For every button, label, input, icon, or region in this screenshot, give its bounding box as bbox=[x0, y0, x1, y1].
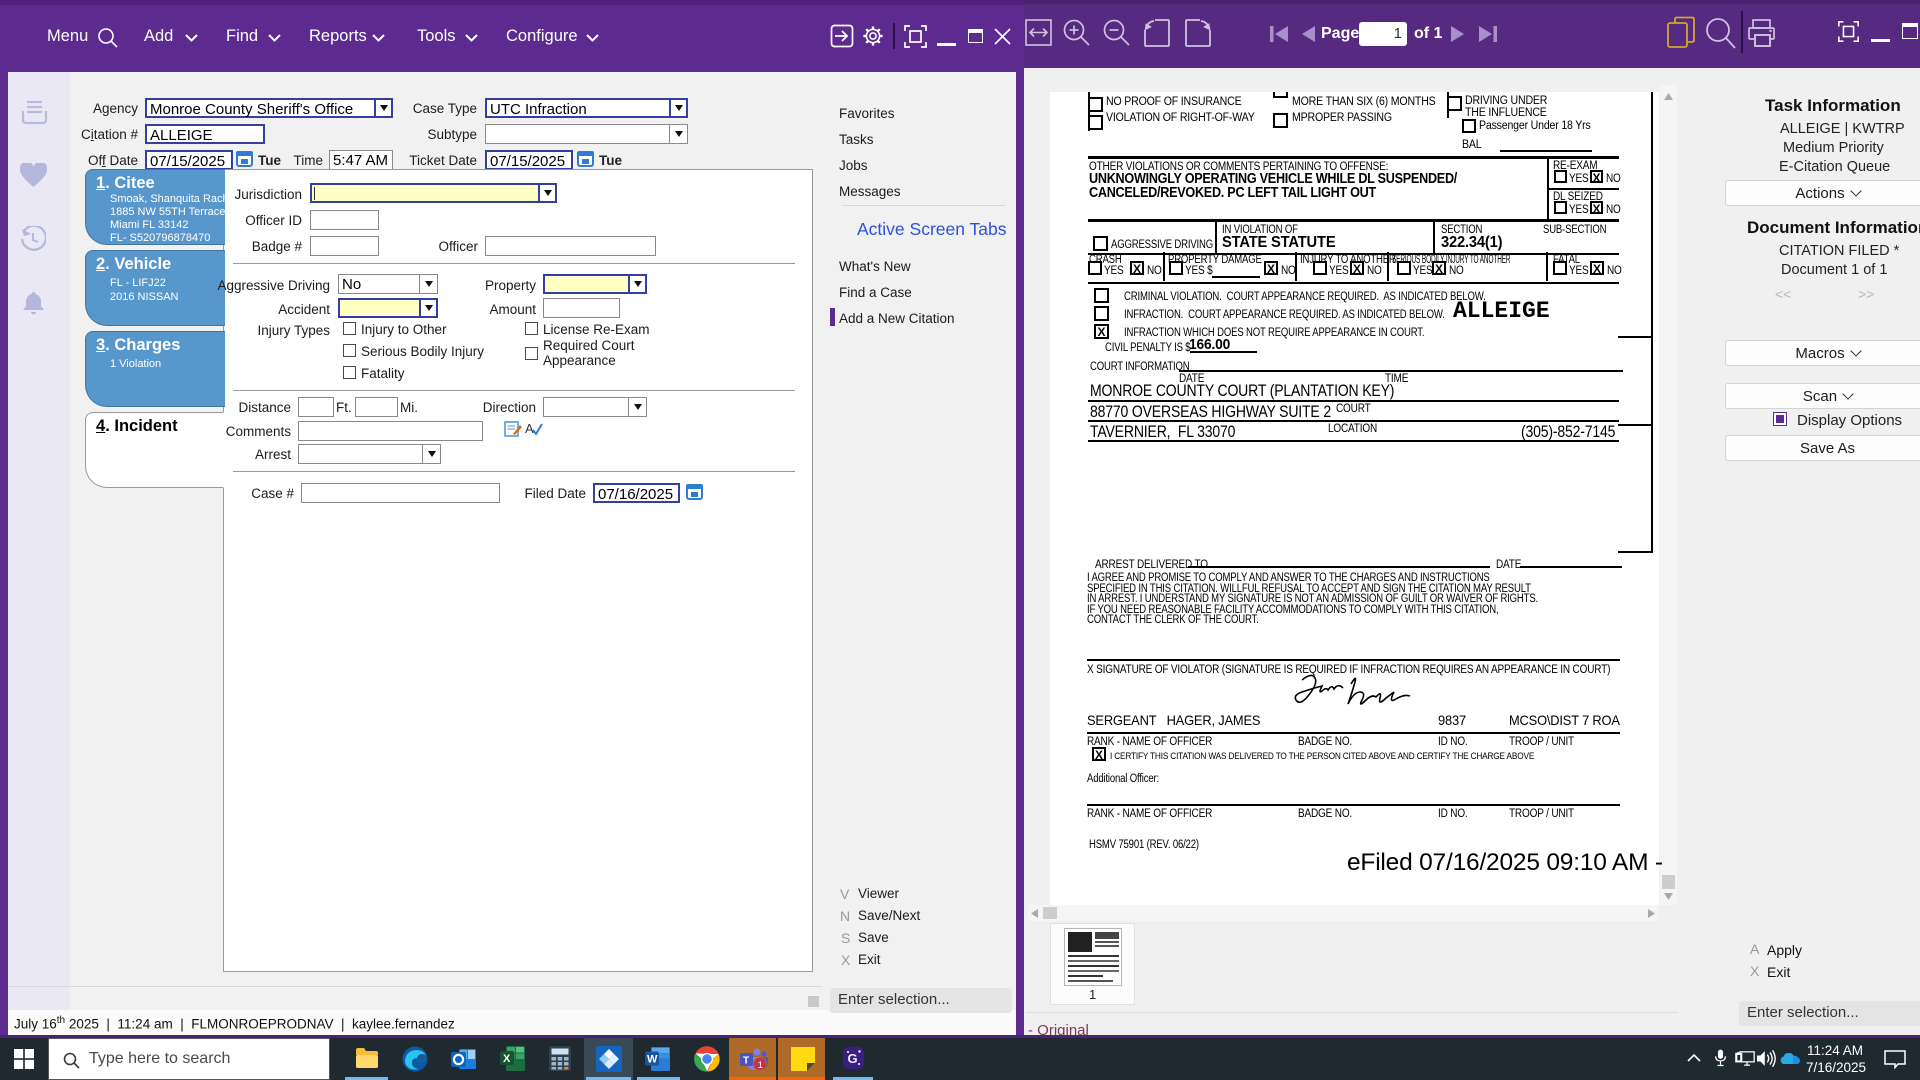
svg-text:G: G bbox=[848, 1051, 858, 1066]
svg-text:W: W bbox=[647, 1054, 658, 1066]
svg-text:1: 1 bbox=[758, 1060, 763, 1071]
svg-text:T: T bbox=[743, 1056, 749, 1067]
svg-text:X: X bbox=[503, 1053, 511, 1065]
svg-text:A: A bbox=[525, 421, 534, 436]
